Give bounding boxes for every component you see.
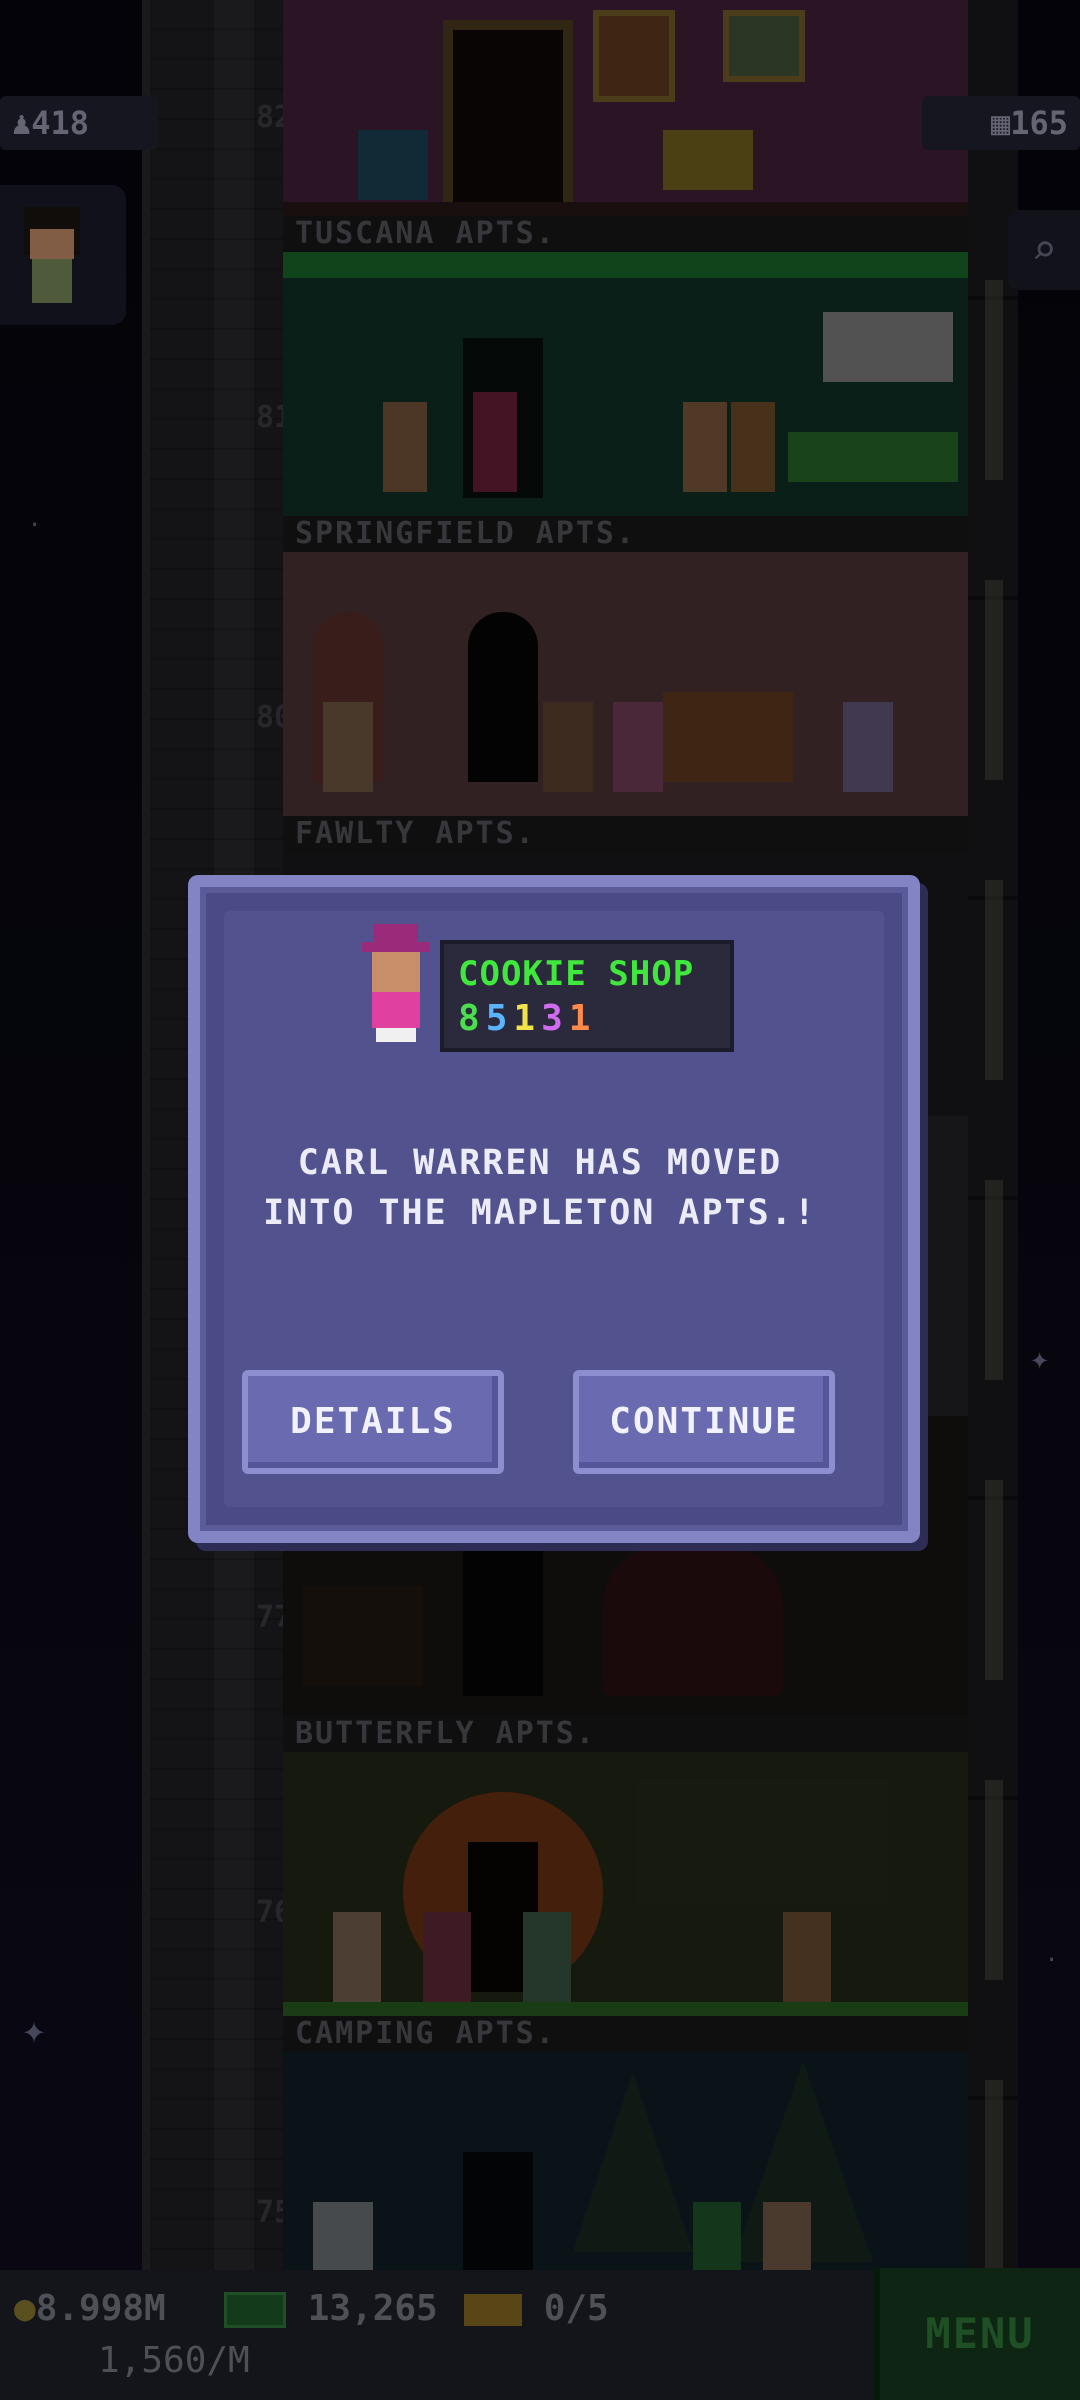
hat-icon xyxy=(374,924,418,942)
tenant-portrait xyxy=(362,924,430,1042)
continue-button[interactable]: CONTINUE xyxy=(573,1370,835,1474)
business-name: COOKIE SHOP xyxy=(458,954,695,994)
tenant-skill-digits: 85131 xyxy=(458,998,597,1039)
dialog-message: CARL WARREN HAS MOVED INTO THE MAPLETON … xyxy=(263,1143,817,1233)
business-tag: COOKIE SHOP 85131 xyxy=(440,940,734,1052)
details-button[interactable]: DETAILS xyxy=(242,1370,504,1474)
